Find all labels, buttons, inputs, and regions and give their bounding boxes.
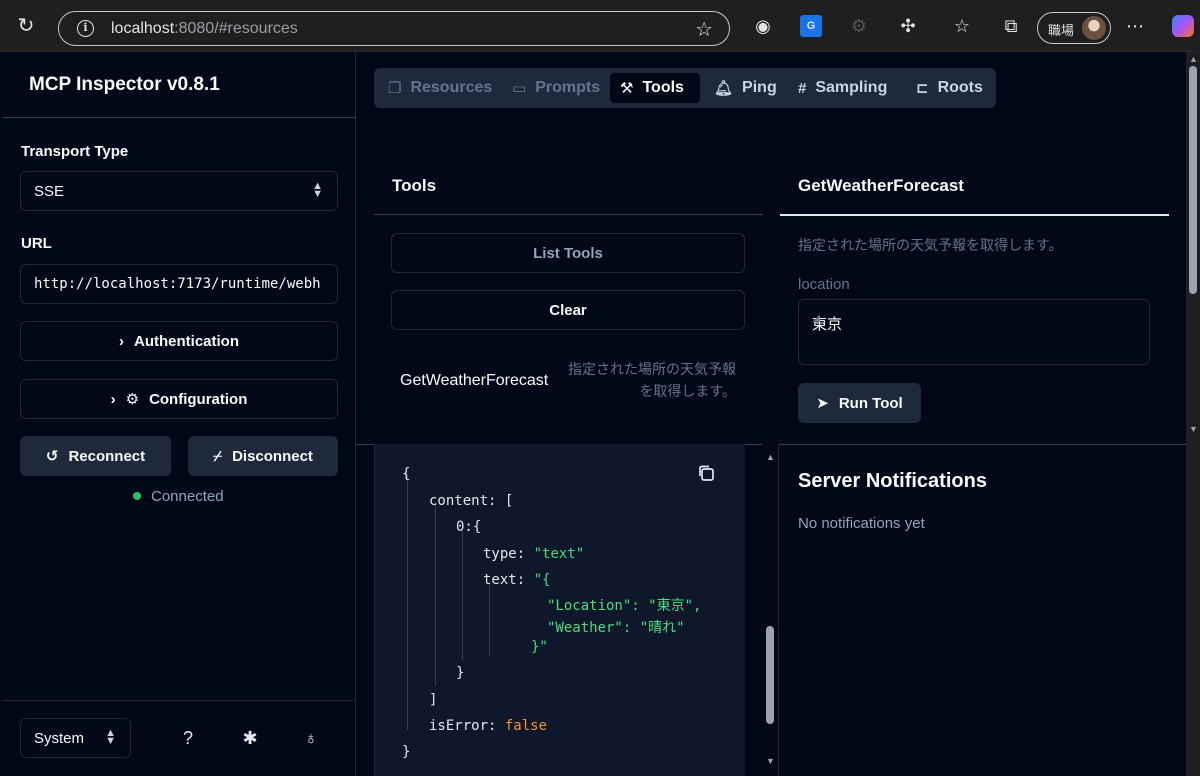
copilot-icon[interactable] — [1172, 15, 1194, 37]
tab-roots[interactable]: ⊏ Roots — [906, 73, 993, 103]
url-value: http://localhost:7173/runtime/webh — [34, 276, 321, 292]
avatar — [1082, 16, 1106, 40]
hash-icon: # — [798, 79, 807, 97]
location-label: location — [798, 276, 850, 293]
disconnect-label: Disconnect — [232, 447, 313, 465]
status-dot — [133, 492, 141, 500]
list-tools-button[interactable]: List Tools — [391, 233, 745, 273]
translate-icon[interactable]: G — [800, 15, 822, 37]
resize-handle-icon[interactable]: ◢ — [812, 313, 1146, 363]
connection-status: Connected — [133, 488, 224, 505]
files-icon: ❐ — [388, 80, 402, 97]
authentication-toggle[interactable]: › Authentication — [20, 321, 338, 361]
json-brace: { — [402, 466, 411, 482]
bug-icon[interactable]: ✱ — [239, 727, 261, 749]
rotate-ccw-icon: ↺ — [45, 448, 59, 465]
tab-prompts[interactable]: ▭ Prompts — [502, 73, 610, 103]
chevron-updown-icon: ▲ ▼ — [312, 180, 323, 200]
tool-item-name[interactable]: GetWeatherForecast — [400, 372, 548, 390]
profile-name: 職場 — [1048, 23, 1075, 38]
tool-detail-description: 指定された場所の天気予報を取得します。 — [798, 237, 1063, 253]
url-label: URL — [21, 235, 52, 252]
gear-icon: ⚙ — [125, 391, 140, 408]
transport-type-label: Transport Type — [21, 143, 129, 160]
configuration-label: Configuration — [149, 390, 248, 408]
tab-tools[interactable]: ⚒ Tools — [610, 73, 700, 103]
url-input[interactable]: http://localhost:7173/runtime/webh — [20, 264, 338, 304]
json-string: "Location": "東京", — [547, 598, 702, 614]
bell-icon: 🔔︎ — [714, 80, 734, 97]
bookmark-star-icon[interactable]: ☆ — [695, 17, 713, 42]
transport-type-value: SSE — [34, 183, 65, 200]
more-menu-icon[interactable]: ⋯ — [1124, 15, 1146, 37]
result-scrollbar[interactable]: ▲ ▼ — [762, 444, 778, 776]
disconnect-button[interactable]: ⌿ Disconnect — [188, 436, 338, 476]
reconnect-button[interactable]: ↺ Reconnect — [20, 436, 171, 476]
json-string: "Weather": "晴れ" — [547, 620, 685, 636]
json-brace: } — [402, 744, 411, 760]
theme-select[interactable]: System ▲ ▼ — [20, 718, 131, 758]
extension-disabled-icon[interactable]: ⚙ — [848, 15, 870, 37]
address-url: localhost:8080/#resources — [111, 20, 298, 37]
tab-sampling[interactable]: # Sampling — [788, 73, 897, 103]
copy-icon[interactable] — [697, 464, 715, 482]
tree-icon: ⊏ — [916, 80, 929, 97]
puzzle-icon[interactable]: ✣ — [897, 15, 919, 37]
tab-resources[interactable]: ❐ Resources — [378, 73, 502, 103]
profile-button[interactable]: 職場 — [1037, 12, 1111, 44]
app-title: MCP Inspector v0.8.1 — [29, 74, 220, 95]
transport-type-select[interactable]: SSE ▲ ▼ — [20, 171, 338, 211]
tool-item-description: 指定された場所の天気予報を取得します。 — [568, 361, 736, 399]
json-string: }" — [531, 639, 548, 655]
divider — [3, 700, 356, 701]
divider — [374, 214, 763, 215]
favorites-icon[interactable]: ☆ — [951, 15, 973, 37]
send-icon: ➤ — [816, 395, 829, 412]
chevron-updown-icon: ▲ ▼ — [105, 727, 116, 747]
tab-list: ❐ Resources ▭ Prompts ⚒ Tools 🔔︎ Ping # Sampl… — [374, 68, 996, 108]
theme-value: System — [34, 730, 85, 747]
configuration-toggle[interactable]: › ⚙ Configuration — [20, 379, 338, 419]
chevron-right-icon: › — [119, 332, 124, 350]
divider — [778, 444, 779, 776]
json-brace: } — [456, 665, 465, 681]
json-bracket: ] — [429, 692, 438, 708]
tab-ping[interactable]: 🔔︎ Ping — [704, 73, 787, 103]
tool-result-json: { content: [ 0:{ type: "text" text: "{ "… — [374, 444, 745, 776]
collections-icon[interactable]: ⧉ — [1000, 15, 1022, 37]
run-tool-label: Run Tool — [838, 394, 903, 412]
server-notifications-title: Server Notifications — [798, 470, 987, 492]
page-scrollbar[interactable]: ▲ ▼ — [1186, 52, 1200, 776]
divider — [780, 214, 1169, 216]
tool-detail-title: GetWeatherForecast — [798, 176, 964, 195]
address-bar[interactable]: i localhost:8080/#resources ☆ — [58, 11, 730, 46]
authentication-label: Authentication — [134, 332, 239, 350]
chevron-right-icon: › — [110, 390, 116, 408]
divider — [3, 117, 356, 118]
run-tool-button[interactable]: ➤ Run Tool — [798, 383, 921, 423]
site-info-icon[interactable]: i — [77, 20, 94, 37]
help-icon[interactable]: ? — [177, 727, 199, 749]
github-icon[interactable]: ♁ — [300, 727, 322, 749]
unplug-icon: ⌿ — [213, 447, 223, 465]
sidebar: MCP Inspector v0.8.1 Transport Type SSE … — [3, 52, 356, 776]
reload-icon[interactable]: ↻ — [13, 13, 39, 39]
notifications-empty-text: No notifications yet — [798, 515, 925, 532]
hammer-icon: ⚒ — [620, 80, 634, 97]
reconnect-label: Reconnect — [68, 447, 146, 465]
main-area: ❐ Resources ▭ Prompts ⚒ Tools 🔔︎ Ping # Sampl… — [357, 52, 1200, 776]
tools-panel-title: Tools — [392, 176, 437, 195]
message-icon: ▭ — [512, 80, 527, 97]
clear-button[interactable]: Clear — [391, 290, 745, 330]
browser-toolbar: ↻ i localhost:8080/#resources ☆ ◉ G ⚙ ✣ … — [0, 0, 1200, 52]
extension-icon[interactable]: ◉ — [752, 15, 774, 37]
location-input[interactable]: 東京 ◢ — [798, 299, 1150, 365]
